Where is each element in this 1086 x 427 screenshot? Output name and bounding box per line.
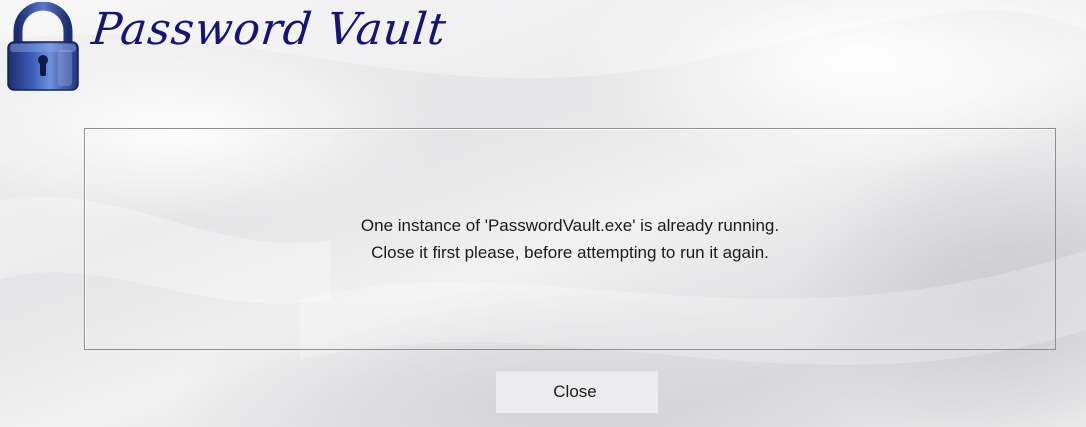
message-line-1: One instance of 'PasswordVault.exe' is a… xyxy=(360,216,780,235)
app-title: Password Vault xyxy=(89,4,450,55)
close-button[interactable]: Close xyxy=(496,371,658,413)
padlock-icon xyxy=(4,1,82,92)
message-panel: One instance of 'PasswordVault.exe' is a… xyxy=(84,128,1056,350)
message-line-2: Close it first please, before attempting… xyxy=(371,243,769,262)
